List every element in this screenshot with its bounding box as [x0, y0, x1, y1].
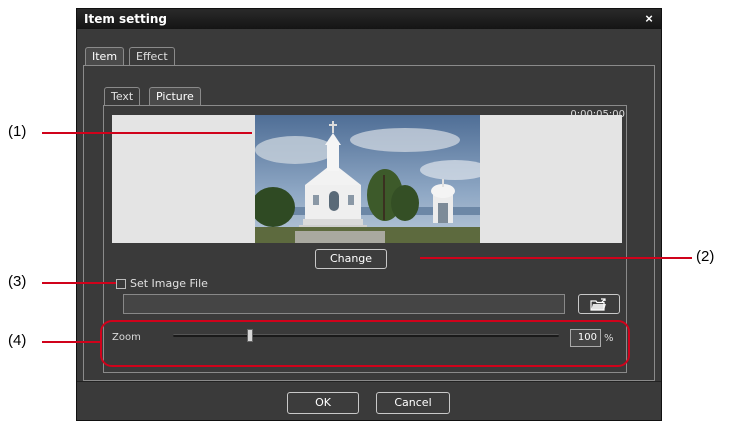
tab-effect[interactable]: Effect: [129, 47, 175, 65]
title-bar[interactable]: Item setting ×: [77, 9, 661, 29]
callout-4: (4): [8, 332, 27, 349]
callout-3-leader: [42, 282, 116, 284]
footer-divider: [77, 381, 661, 382]
change-button[interactable]: Change: [315, 249, 387, 269]
callout-2: (2): [696, 248, 715, 265]
tab-picture[interactable]: Picture: [149, 87, 201, 105]
cancel-button[interactable]: Cancel: [376, 392, 450, 414]
dialog-title: Item setting: [84, 12, 168, 26]
callout-2-leader: [420, 257, 692, 259]
callout-1-leader: [42, 132, 252, 134]
image-file-path-input[interactable]: [123, 294, 565, 314]
browse-button[interactable]: [578, 294, 620, 314]
set-image-label: Set Image File: [130, 277, 208, 290]
zoom-highlight-outline: [100, 320, 630, 367]
image-preview: [112, 115, 622, 243]
callout-3: (3): [8, 273, 27, 290]
ok-button[interactable]: OK: [287, 392, 359, 414]
tab-item[interactable]: Item: [85, 47, 125, 65]
folder-open-icon: [590, 298, 608, 314]
set-image-checkbox[interactable]: [116, 279, 126, 289]
church-photo: [255, 115, 480, 243]
close-icon[interactable]: ×: [641, 11, 657, 27]
callout-1: (1): [8, 123, 27, 140]
callout-4-leader: [42, 341, 102, 343]
tab-text[interactable]: Text: [104, 87, 141, 105]
